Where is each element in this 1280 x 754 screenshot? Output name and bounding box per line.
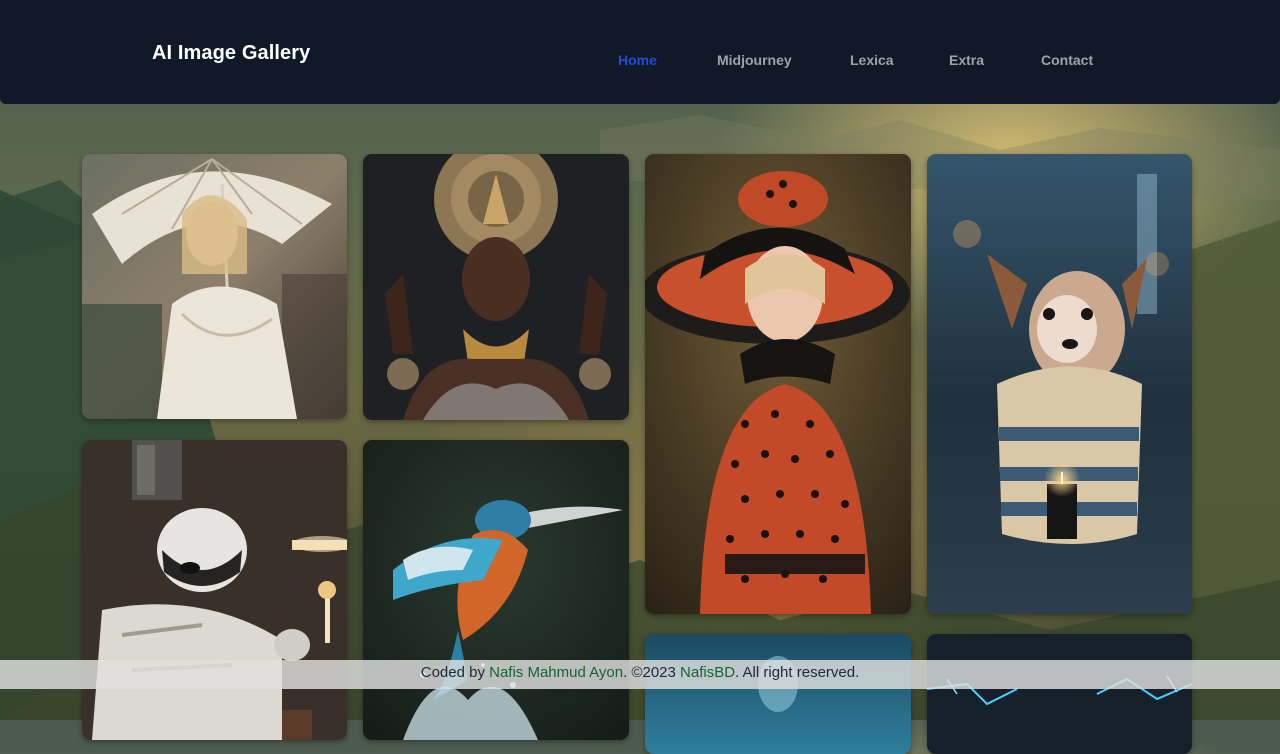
nav-link-home[interactable]: Home <box>618 52 657 68</box>
footer-copyright: . ©2023 <box>623 664 681 681</box>
footer-rights: . All right reserved. <box>735 664 860 681</box>
gallery-image-woman-headdress[interactable] <box>363 154 629 420</box>
nav-link-lexica[interactable]: Lexica <box>850 52 894 68</box>
gallery-image-stormtrooper[interactable] <box>82 440 347 740</box>
gallery-image-woman-polka-dot[interactable] <box>645 154 911 614</box>
site-title[interactable]: AI Image Gallery <box>152 42 310 65</box>
footer-prefix: Coded by <box>420 664 490 681</box>
gallery-image-electric-scene[interactable] <box>927 634 1192 754</box>
gallery-image-kingfisher[interactable] <box>363 440 629 740</box>
footer: Coded by Nafis Mahmud Ayon. ©2023 NafisB… <box>0 660 1280 689</box>
nav-link-contact[interactable]: Contact <box>1041 52 1093 68</box>
footer-author-link[interactable]: Nafis Mahmud Ayon <box>489 664 623 681</box>
footer-brand-link[interactable]: NafisBD <box>680 664 735 681</box>
gallery-image-puppy-sweater[interactable] <box>927 154 1192 614</box>
nav-link-extra[interactable]: Extra <box>949 52 984 68</box>
nav-link-midjourney[interactable]: Midjourney <box>717 52 792 68</box>
navbar: AI Image Gallery Home Midjourney Lexica … <box>0 0 1280 104</box>
gallery-image-blue-scene[interactable] <box>645 634 911 754</box>
gallery-image-woman-umbrella[interactable] <box>82 154 347 419</box>
